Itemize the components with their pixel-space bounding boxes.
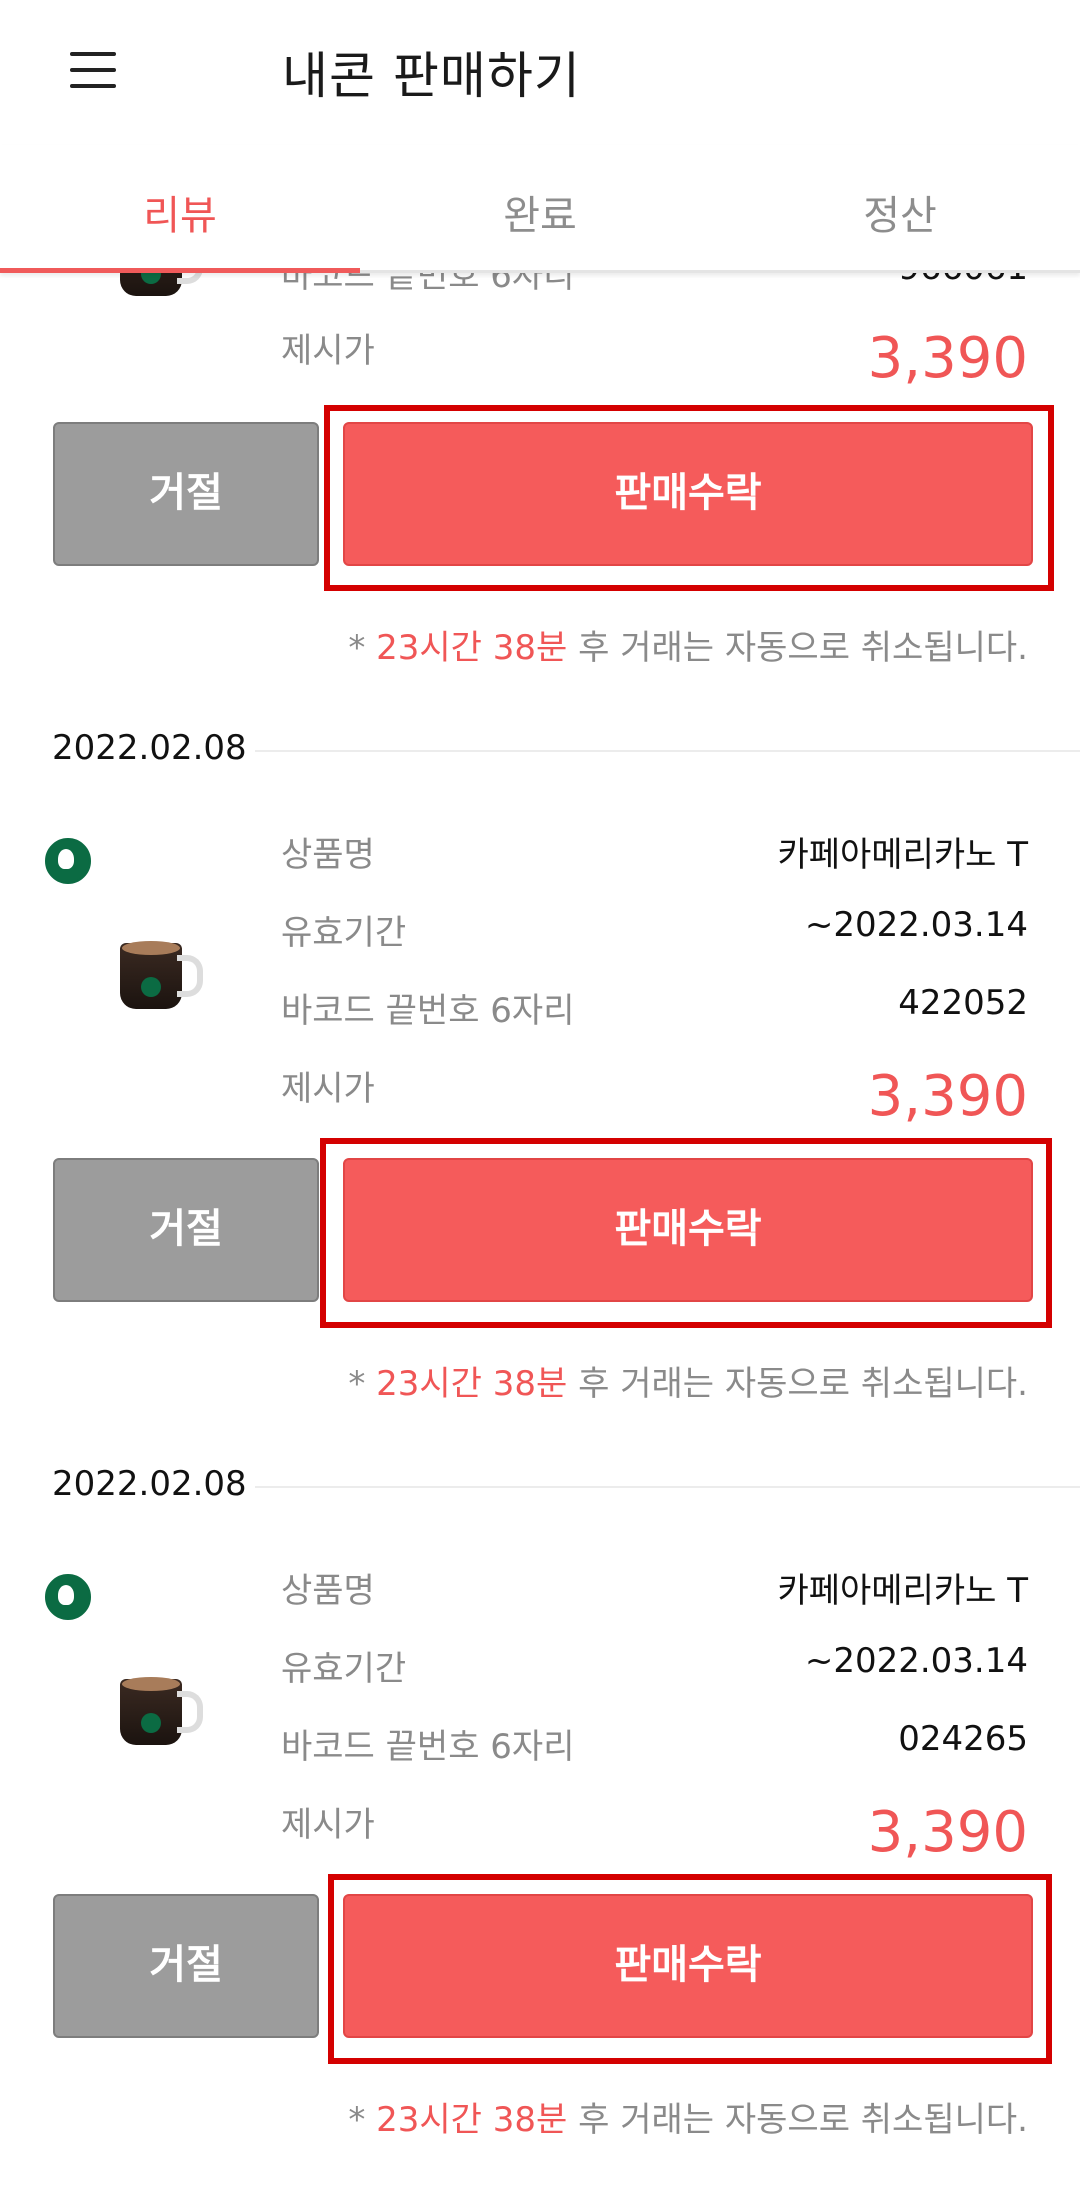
active-tab-indicator xyxy=(0,268,360,273)
auto-cancel-notice: * 23시간 38분 후 거래는 자동으로 취소됩니다. xyxy=(348,2100,1028,2140)
barcode-label: 바코드 끝번호 6자리 xyxy=(281,991,575,1031)
reject-button[interactable]: 거절 xyxy=(53,1894,319,2038)
remaining-time: 23시간 38분 xyxy=(376,2100,568,2140)
tab-review[interactable]: 리뷰 xyxy=(0,183,360,241)
starbucks-logo-icon xyxy=(45,1574,91,1620)
remaining-time: 23시간 38분 xyxy=(376,1364,568,1404)
price-label: 제시가 xyxy=(281,331,375,371)
barcode-value: 024265 xyxy=(898,1719,1028,1759)
date-label: 2022.02.08 xyxy=(52,728,247,768)
accept-sale-button[interactable]: 판매수락 xyxy=(343,422,1033,566)
product-label: 상품명 xyxy=(281,1571,375,1611)
starbucks-logo-icon xyxy=(45,838,91,884)
price-label: 제시가 xyxy=(281,1805,375,1845)
tab-bar: 리뷰 완료 정산 xyxy=(0,145,1080,273)
barcode-value: 422052 xyxy=(898,983,1028,1023)
review-list: 바코드 끝번호 6자리 966061 제시가 3,390 거절 판매수락 * 2… xyxy=(0,0,1080,2188)
price-value: 3,390 xyxy=(867,326,1028,391)
coffee-cup-icon xyxy=(115,933,203,1013)
reject-button[interactable]: 거절 xyxy=(53,1158,319,1302)
price-value: 3,390 xyxy=(867,1800,1028,1865)
page-title: 내콘 판매하기 xyxy=(282,47,581,105)
price-label: 제시가 xyxy=(281,1069,375,1109)
app-header: 내콘 판매하기 xyxy=(0,0,1080,145)
product-value: 카페아메리카노 T xyxy=(777,1571,1028,1611)
date-label: 2022.02.08 xyxy=(52,1464,247,1504)
remaining-time: 23시간 38분 xyxy=(376,628,568,668)
barcode-label: 바코드 끝번호 6자리 xyxy=(281,1727,575,1767)
tab-settlement[interactable]: 정산 xyxy=(720,183,1080,241)
accept-sale-button[interactable]: 판매수락 xyxy=(343,1158,1033,1302)
auto-cancel-notice: * 23시간 38분 후 거래는 자동으로 취소됩니다. xyxy=(348,1364,1028,1404)
expiry-value: ~2022.03.14 xyxy=(804,905,1028,945)
price-value: 3,390 xyxy=(867,1064,1028,1129)
divider xyxy=(255,1486,1080,1488)
expiry-value: ~2022.03.14 xyxy=(804,1641,1028,1681)
expiry-label: 유효기간 xyxy=(281,1649,407,1689)
hamburger-menu-icon[interactable] xyxy=(70,47,116,93)
reject-button[interactable]: 거절 xyxy=(53,422,319,566)
auto-cancel-notice: * 23시간 38분 후 거래는 자동으로 취소됩니다. xyxy=(348,628,1028,668)
accept-sale-button[interactable]: 판매수락 xyxy=(343,1894,1033,2038)
expiry-label: 유효기간 xyxy=(281,913,407,953)
coffee-cup-icon xyxy=(115,1669,203,1749)
tab-complete[interactable]: 완료 xyxy=(360,183,720,241)
product-label: 상품명 xyxy=(281,835,375,875)
divider xyxy=(255,750,1080,752)
product-value: 카페아메리카노 T xyxy=(777,835,1028,875)
